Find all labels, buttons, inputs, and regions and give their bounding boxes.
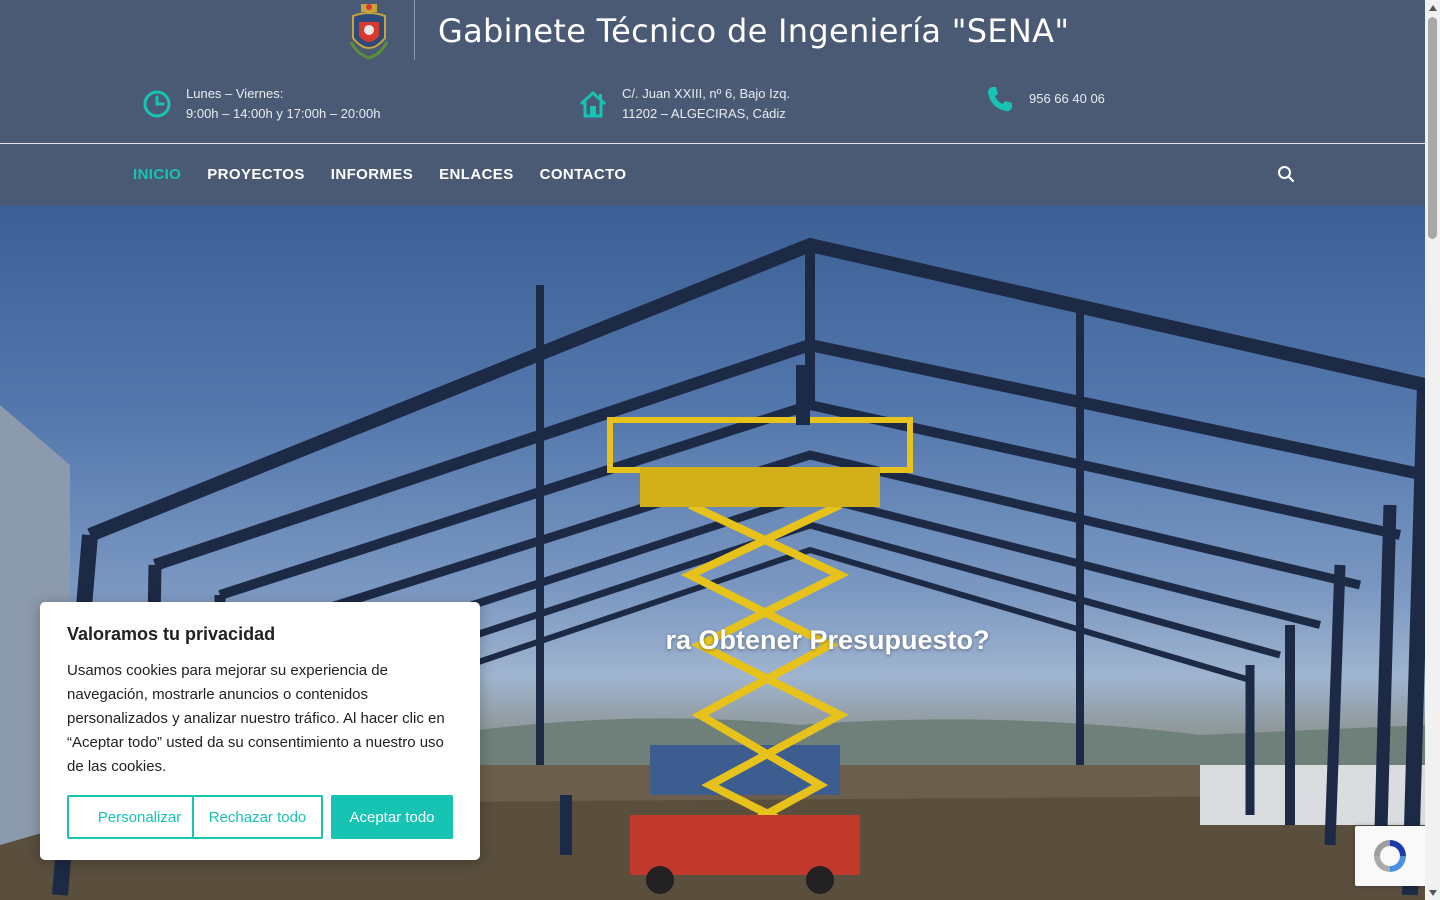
nav-item-proyectos[interactable]: PROYECTOS [207, 166, 305, 183]
opening-hours: Lunes – Viernes: 9:00h – 14:00h y 17:00h… [142, 84, 380, 124]
nav-item-inicio[interactable]: INICIO [133, 166, 181, 183]
main-nav: INICIO PROYECTOS INFORMES ENLACES CONTAC… [0, 143, 1425, 205]
scroll-down-arrow-icon[interactable] [1425, 885, 1440, 900]
site-title[interactable]: Gabinete Técnico de Ingeniería "SENA" [438, 12, 1069, 50]
page: Gabinete Técnico de Ingeniería "SENA" Lu… [0, 0, 1425, 900]
phone[interactable]: 956 66 40 06 [985, 84, 1105, 114]
accept-all-button[interactable]: Aceptar todo [331, 795, 453, 839]
phone-number[interactable]: 956 66 40 06 [1029, 89, 1105, 109]
phone-icon [985, 84, 1015, 114]
cookie-title: Valoramos tu privacidad [67, 624, 276, 644]
nav-item-informes[interactable]: INFORMES [331, 166, 413, 183]
recaptcha-icon [1374, 840, 1406, 872]
nav-items: INICIO PROYECTOS INFORMES ENLACES CONTAC… [133, 144, 652, 204]
top-header: Gabinete Técnico de Ingeniería "SENA" Lu… [0, 0, 1425, 143]
address: C/. Juan XXIII, nº 6, Bajo Izq. 11202 – … [578, 84, 790, 124]
hours-line-2: 9:00h – 14:00h y 17:00h – 20:00h [186, 106, 381, 121]
hours-line-1: Lunes – Viernes: [186, 86, 284, 101]
address-text: C/. Juan XXIII, nº 6, Bajo Izq. 11202 – … [622, 84, 790, 124]
cookie-consent-banner: Valoramos tu privacidad Usamos cookies p… [40, 602, 480, 860]
home-icon [578, 89, 608, 119]
scroll-up-arrow-icon[interactable] [1425, 0, 1440, 15]
address-line-1: C/. Juan XXIII, nº 6, Bajo Izq. [622, 86, 791, 101]
search-icon[interactable] [1277, 165, 1295, 183]
recaptcha-badge[interactable] [1355, 826, 1425, 886]
coat-of-arms-logo[interactable] [347, 2, 391, 60]
reject-all-button[interactable]: Rechazar todo [192, 795, 323, 839]
hours-text: Lunes – Viernes: 9:00h – 14:00h y 17:00h… [186, 84, 380, 124]
nav-item-enlaces[interactable]: ENLACES [439, 166, 513, 183]
logo-divider [414, 0, 415, 60]
page-scrollbar[interactable] [1425, 0, 1440, 900]
cookie-text: Usamos cookies para mejorar su experienc… [67, 662, 445, 775]
address-line-2: 11202 – ALGECIRAS, Cádiz [622, 106, 786, 121]
nav-item-contacto[interactable]: CONTACTO [540, 166, 627, 183]
customize-button[interactable]: Personalizar [67, 795, 212, 839]
clock-icon [142, 89, 172, 119]
scrollbar-thumb[interactable] [1428, 17, 1437, 239]
